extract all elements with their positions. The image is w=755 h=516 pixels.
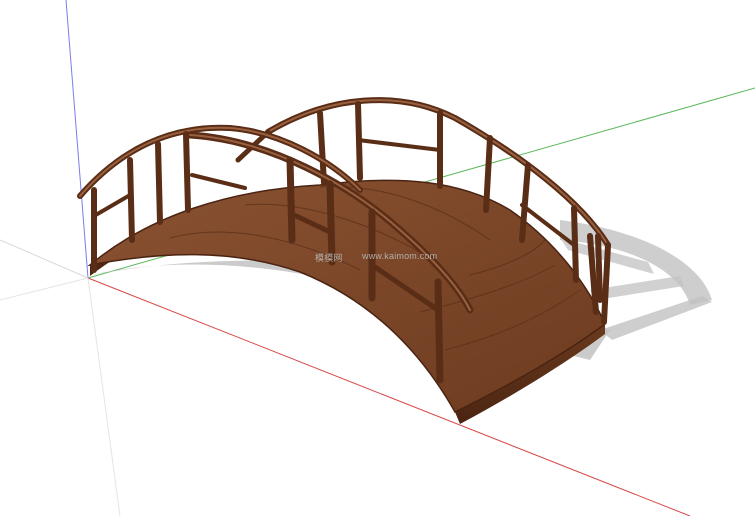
gray-axis-down [87, 277, 121, 516]
watermark-url: www.kaimom.com [362, 251, 438, 261]
modeling-viewport[interactable]: 模模网 www.kaimom.com [0, 0, 755, 516]
bridge-model[interactable] [77, 97, 611, 424]
gray-axis-left [0, 239, 89, 279]
gray-axis-left2 [0, 277, 89, 301]
blue-axis [65, 0, 89, 279]
watermark-cn: 模模网 [315, 253, 343, 263]
